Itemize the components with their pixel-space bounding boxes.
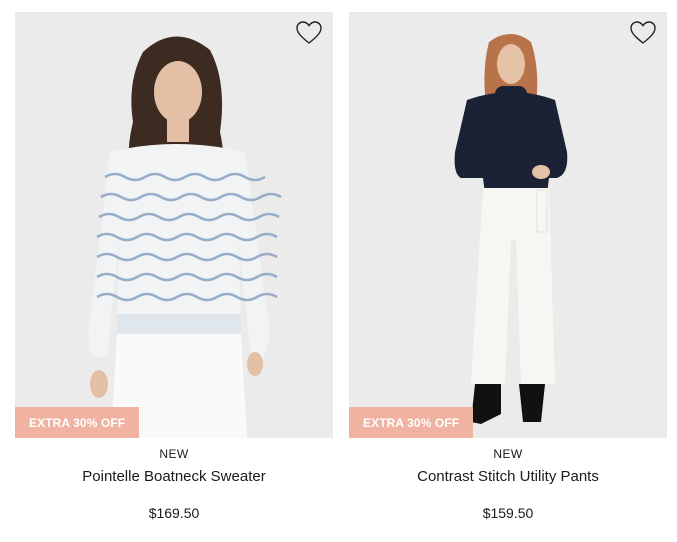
product-price: $159.50 <box>482 505 534 521</box>
promo-badge: EXTRA 30% OFF <box>349 407 474 438</box>
product-price: $169.50 <box>148 505 200 521</box>
wishlist-button[interactable] <box>295 20 323 46</box>
wishlist-button[interactable] <box>629 20 657 46</box>
product-card[interactable]: EXTRA 30% OFF NEW Contrast Stitch Utilit… <box>349 12 667 521</box>
heart-outline-icon <box>296 21 322 44</box>
product-card[interactable]: EXTRA 30% OFF NEW Pointelle Boatneck Swe… <box>15 12 333 521</box>
product-info: NEW Contrast Stitch Utility Pants $159.5… <box>349 447 667 521</box>
product-name-link[interactable]: Pointelle Boatneck Sweater <box>82 468 265 485</box>
product-photo <box>349 12 667 438</box>
heart-outline-icon <box>630 21 656 44</box>
product-info: NEW Pointelle Boatneck Sweater $169.50 <box>15 447 333 521</box>
promo-badge: EXTRA 30% OFF <box>15 407 140 438</box>
product-image[interactable]: EXTRA 30% OFF <box>349 12 667 438</box>
product-photo <box>15 12 333 438</box>
product-name-link[interactable]: Contrast Stitch Utility Pants <box>417 468 599 485</box>
new-badge: NEW <box>159 447 189 461</box>
product-image[interactable]: EXTRA 30% OFF <box>15 12 333 438</box>
product-grid: EXTRA 30% OFF NEW Pointelle Boatneck Swe… <box>0 0 677 542</box>
new-badge: NEW <box>493 447 523 461</box>
